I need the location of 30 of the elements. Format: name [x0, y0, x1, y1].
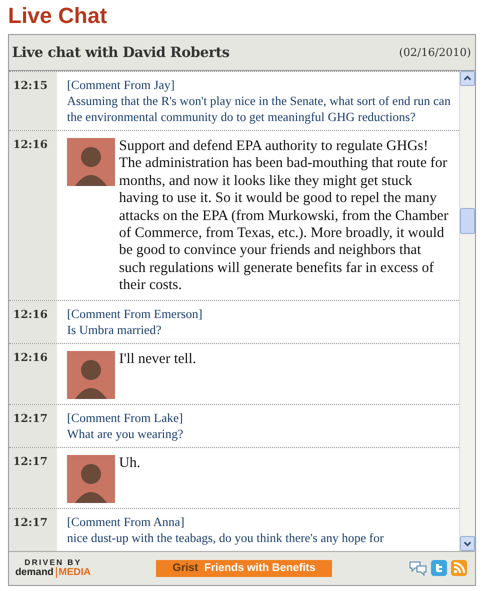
message-time: 12:17: [12, 410, 49, 425]
answer-text: I'll never tell.: [119, 350, 196, 368]
message-time: 12:17: [12, 454, 49, 468]
comment-text: Is Umbra married?: [67, 322, 162, 338]
comment-text: What are you wearing?: [67, 426, 184, 442]
comment-author: [Comment From Jay]: [67, 77, 176, 93]
chat-date: (02/16/2010): [399, 46, 471, 59]
logo-caption: DRIVEN BY: [24, 558, 82, 568]
message-time: 12:16: [12, 306, 49, 321]
scroll-up-button[interactable]: [460, 71, 475, 86]
page-title: Live Chat: [8, 3, 108, 29]
chat-title: Live chat with David Roberts: [12, 44, 230, 60]
comment-author: [Comment From Anna]: [67, 514, 186, 530]
message-time: 12:16: [12, 137, 49, 151]
comment-author: [Comment From Emerson]: [67, 306, 204, 322]
message-time: 12:16: [12, 350, 49, 364]
message-time: 12:17: [12, 514, 49, 529]
answer-text: Uh.: [119, 454, 140, 472]
promo-banner[interactable]: Grist Friends with Benefits: [156, 560, 332, 577]
speech-bubbles-icon[interactable]: [409, 560, 427, 576]
comment-text: Assuming that the R's won't play nice in the Senate, what sort of end run can the environmental community do to get meaningful GHG reductions?: [67, 93, 451, 125]
message-time: 12:15: [12, 78, 49, 92]
rss-icon[interactable]: [451, 560, 467, 576]
answer-text: Support and defend EPA authority to regulate GHGs! The administration has been bad-mouthing that route for months, and now it looks like they might get stuck having to use it. So it would be good to repel the many attacks on the EPA (from Murkowski, from the Chamber of Commerce, from Texas, etc.). More broadly, it would be good to convince your friends and neighbors that such regulations will generate benefits far in excess of their costs.: [119, 138, 450, 295]
logo-word: MEDIA: [58, 567, 91, 578]
scrollbar-thumb[interactable]: [460, 208, 475, 234]
comment-author: [Comment From Lake]: [67, 410, 184, 426]
logo-word: demand: [15, 567, 57, 578]
scroll-down-button[interactable]: [460, 536, 475, 551]
comment-text: nice dust-up with the teabags, do you think there's any hope for: [67, 530, 385, 546]
